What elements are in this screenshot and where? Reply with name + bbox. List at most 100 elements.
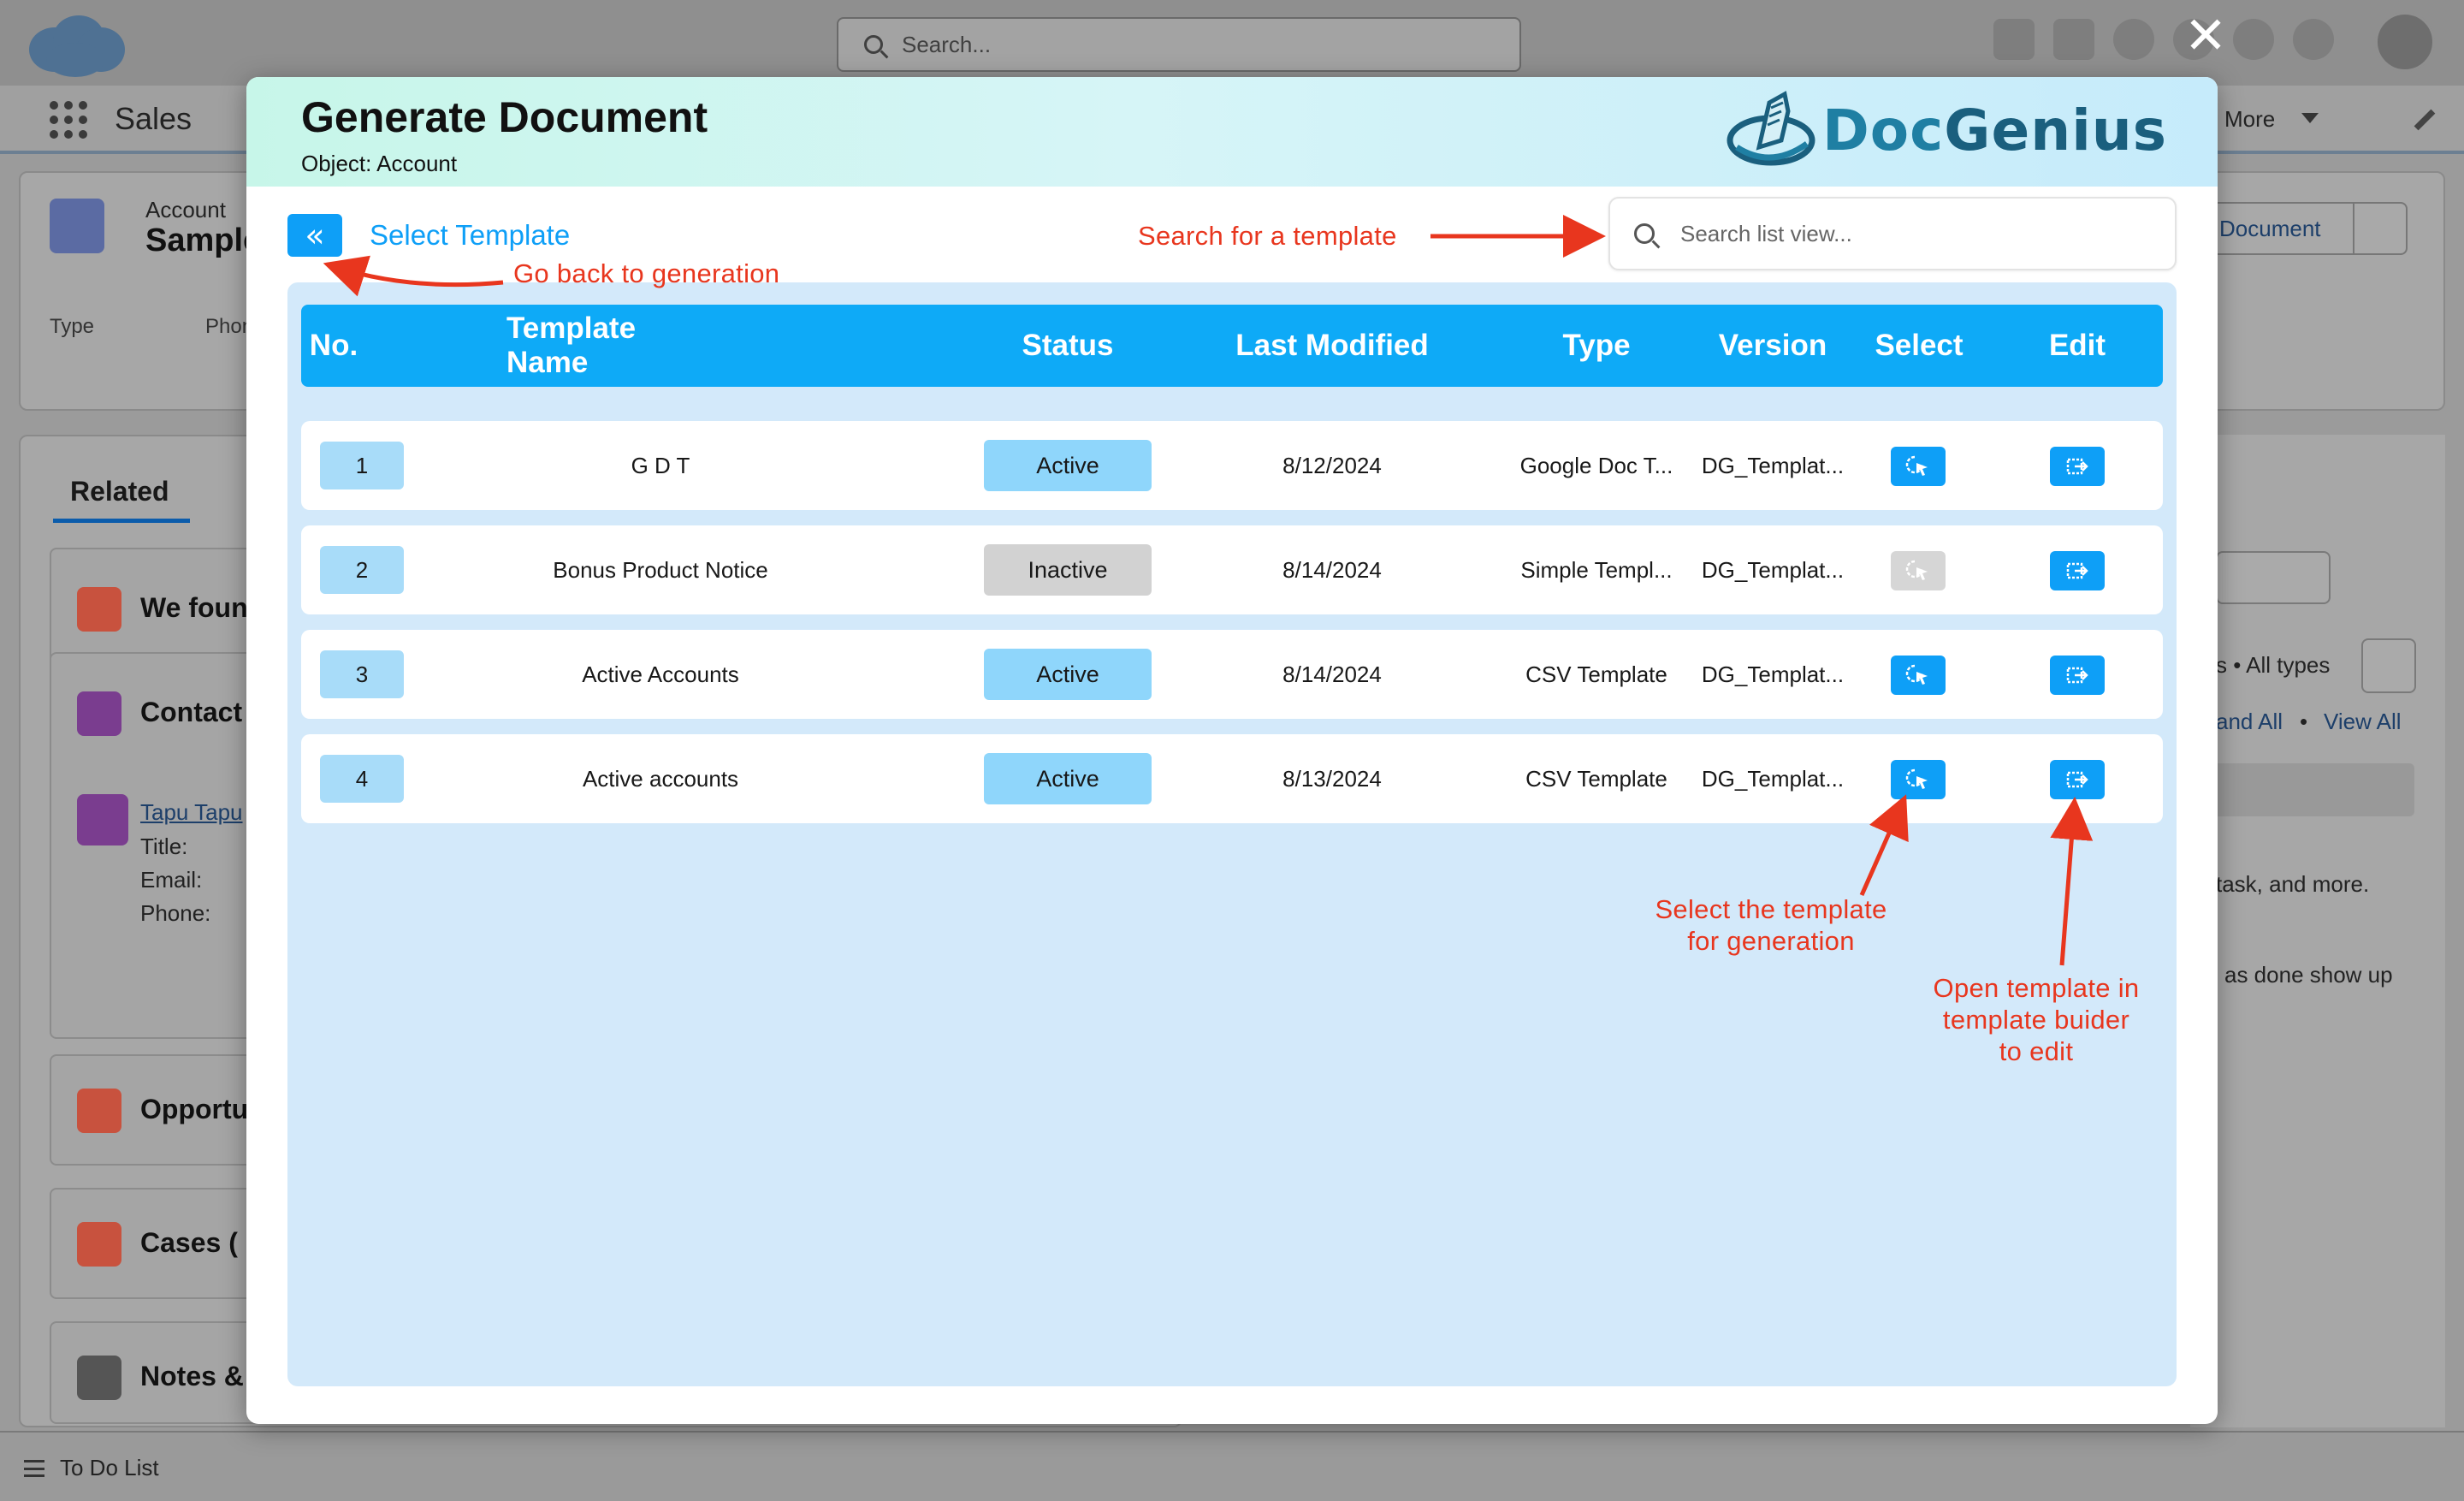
docgenius-brand: DocGenius (1725, 87, 2167, 173)
annotation-edit: Open template in template buider to edit (1933, 973, 2140, 1067)
contact-name-link[interactable]: Tapu Tapu (140, 799, 243, 826)
modal-close-icon[interactable]: ✕ (2180, 10, 2231, 62)
table-row: 3 Active Accounts Active 8/14/2024 CSV T… (301, 630, 2163, 719)
open-in-builder-icon (2066, 458, 2088, 475)
expand-all-link[interactable]: and All (2216, 709, 2283, 735)
link-separator: • (2300, 709, 2308, 734)
template-name: Active accounts (582, 765, 739, 792)
click-pointer-icon (1905, 664, 1928, 685)
activity-upcoming-bar (2212, 763, 2414, 816)
record-object-label: Account (145, 197, 226, 222)
actions-dropdown-button[interactable] (2353, 202, 2408, 255)
header-utility-icons (1993, 19, 2334, 60)
contact-title-label: Title: (140, 834, 188, 859)
utility-bar (0, 1431, 2464, 1501)
alert-icon (77, 587, 121, 632)
list-icon (24, 1459, 44, 1477)
case-icon (77, 1222, 121, 1267)
click-pointer-icon (1905, 560, 1928, 580)
related-card-title[interactable]: Notes & (140, 1361, 244, 1392)
edit-template-button[interactable] (2050, 760, 2105, 799)
template-version: DG_Templat... (1701, 661, 1845, 687)
column-header-type: Type (1562, 329, 1631, 362)
table-header: No. Template Name Status Last Modified T… (301, 305, 2163, 387)
activity-done-text: as done show up (2224, 962, 2393, 988)
click-pointer-icon (1905, 768, 1928, 789)
docgenius-logo-icon (1727, 91, 1815, 166)
status-badge: Inactive (984, 544, 1152, 596)
global-add-icon[interactable] (2053, 19, 2094, 60)
search-icon (864, 35, 883, 54)
template-search-input[interactable] (1680, 220, 2142, 247)
view-all-link[interactable]: View All (2324, 709, 2402, 735)
activity-filter-text: s • All types (2216, 652, 2331, 678)
tab-related-indicator (53, 519, 190, 523)
select-template-button[interactable] (1891, 447, 1946, 486)
table-row: 4 Active accounts Active 8/13/2024 CSV T… (301, 734, 2163, 823)
template-version: DG_Templat... (1701, 765, 1845, 792)
contact-icon (77, 691, 121, 736)
app-name: Sales (115, 101, 192, 136)
contact-avatar-icon (77, 794, 128, 845)
favorites-star-icon[interactable] (1993, 19, 2035, 60)
row-number: 1 (320, 442, 404, 489)
status-badge: Active (984, 753, 1152, 804)
related-card-title[interactable]: Cases ( (140, 1227, 238, 1259)
row-number: 2 (320, 546, 404, 594)
annotation-back: Go back to generation (513, 258, 780, 288)
nav-more-menu[interactable]: More (2224, 106, 2275, 133)
template-version: DG_Templat... (1701, 452, 1845, 478)
docgenius-wordmark: DocGenius (1822, 97, 2168, 163)
related-card-title[interactable]: Contact (140, 697, 242, 728)
select-template-button[interactable] (1891, 760, 1946, 799)
email-action-button[interactable] (2216, 551, 2331, 604)
related-card-title[interactable]: We foun (140, 592, 248, 624)
annotation-search: Search for a template (1138, 221, 1397, 251)
section-title: Select Template (370, 219, 571, 251)
modal-title: Generate Document (301, 93, 708, 141)
edit-template-button[interactable] (2050, 656, 2105, 695)
contact-email-label: Email: (140, 867, 203, 893)
template-search-field[interactable] (1608, 197, 2177, 270)
table-row: 2 Bonus Product Notice Inactive 8/14/202… (301, 525, 2163, 614)
status-badge: Active (984, 649, 1152, 700)
opportunity-icon (77, 1089, 121, 1133)
open-in-builder-icon (2066, 562, 2088, 579)
template-name: G D T (631, 452, 690, 478)
modal-header: Generate Document Object: Account DocGen… (246, 77, 2218, 187)
edit-template-button[interactable] (2050, 447, 2105, 486)
table-row: 1 G D T Active 8/12/2024 Google Doc T...… (301, 421, 2163, 510)
modal-subtitle: Object: Account (301, 151, 458, 176)
activity-settings-gear-icon[interactable] (2361, 638, 2416, 693)
todo-list-label: To Do List (60, 1455, 159, 1480)
contact-phone-label: Phone: (140, 900, 211, 926)
select-template-button[interactable] (1891, 656, 1946, 695)
app-launcher-icon[interactable] (50, 101, 87, 139)
todo-list-utility[interactable]: To Do List (24, 1455, 159, 1481)
tab-related[interactable]: Related (70, 476, 169, 507)
salesforce-logo (29, 15, 125, 77)
template-name: Active Accounts (582, 661, 739, 687)
notes-icon (77, 1356, 121, 1400)
select-template-button-disabled (1891, 551, 1946, 590)
global-search-input[interactable]: Search... (837, 17, 1521, 72)
column-header-last-modified: Last Modified (1235, 329, 1429, 362)
status-badge: Active (984, 440, 1152, 491)
annotation-select: Select the template for generation (1655, 894, 1887, 957)
column-header-select: Select (1875, 329, 1964, 362)
trailhead-icon[interactable] (2113, 19, 2154, 60)
related-card-title[interactable]: Opportu (140, 1094, 248, 1125)
column-header-status: Status (1022, 329, 1114, 362)
double-chevron-left-icon: « (305, 217, 325, 254)
search-icon (1634, 223, 1655, 244)
column-header-edit: Edit (2048, 329, 2106, 362)
template-table: No. Template Name Status Last Modified T… (287, 282, 2177, 1386)
back-button[interactable]: « (287, 214, 342, 257)
notifications-bell-icon[interactable] (2293, 19, 2334, 60)
last-modified: 8/14/2024 (1282, 556, 1382, 583)
setup-gear-icon[interactable] (2233, 19, 2274, 60)
edit-template-button[interactable] (2050, 551, 2105, 590)
click-pointer-icon (1905, 455, 1928, 476)
template-name: Bonus Product Notice (553, 556, 768, 583)
user-avatar[interactable] (2375, 12, 2435, 72)
